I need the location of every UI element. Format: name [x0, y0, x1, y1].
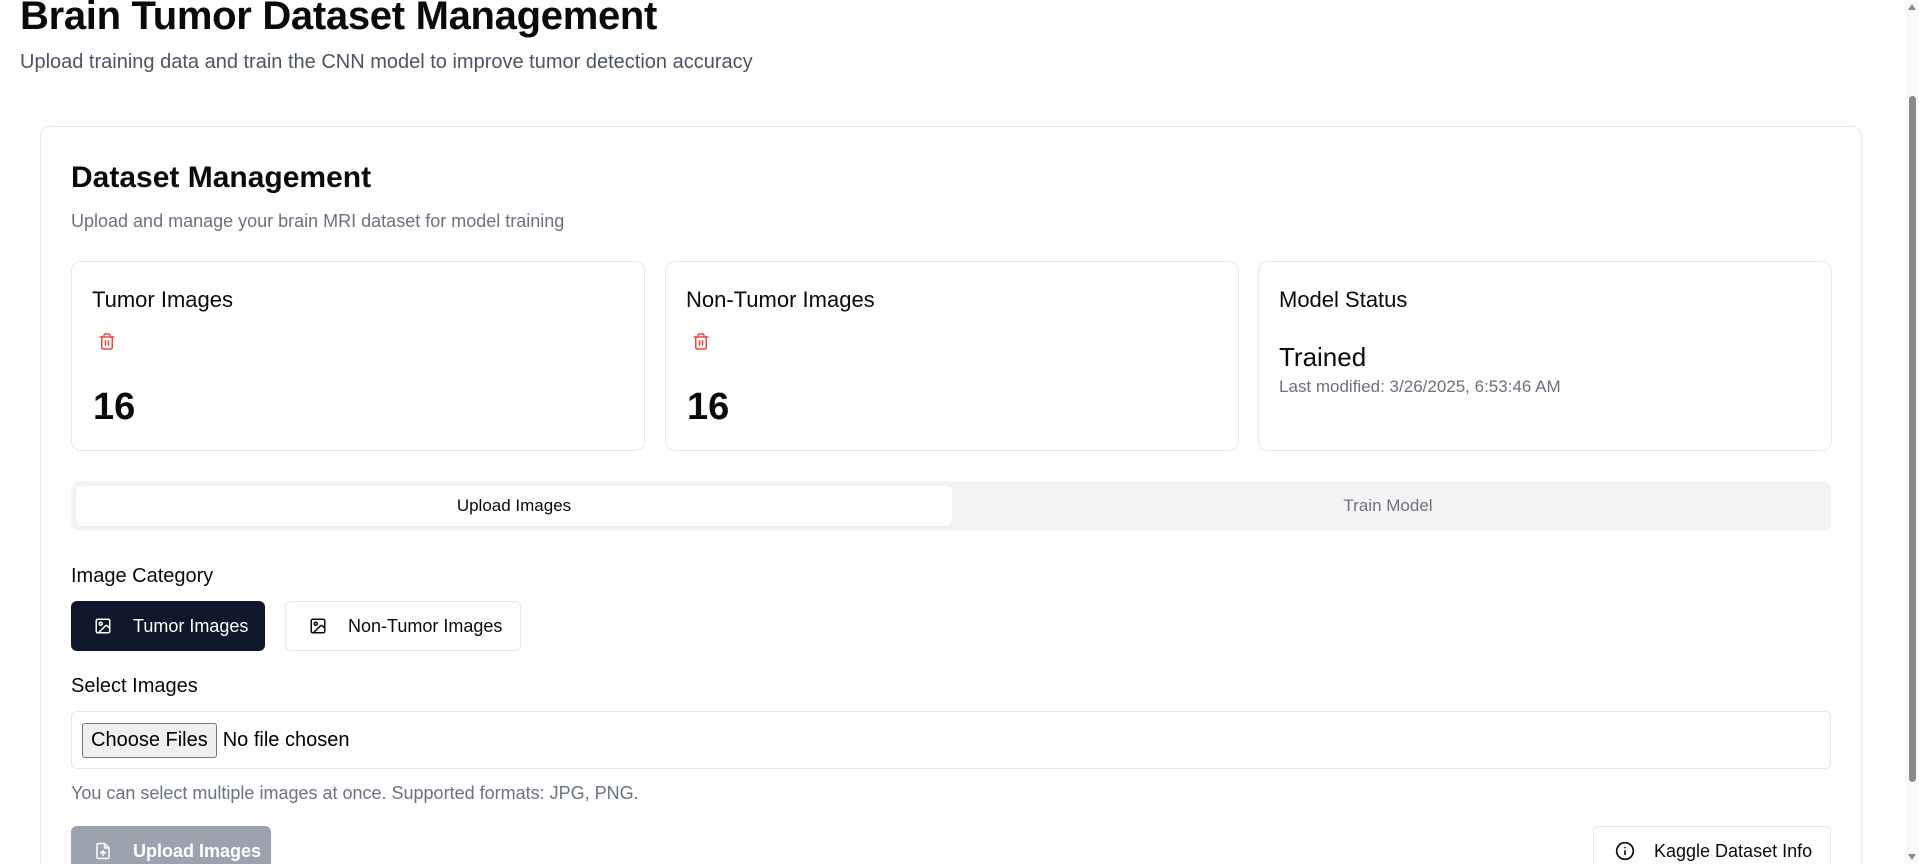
model-status-value: Trained — [1279, 342, 1367, 372]
tumor-images-button[interactable]: Tumor Images — [71, 601, 265, 651]
non-tumor-images-stat: Non-Tumor Images 16 — [665, 261, 1239, 451]
info-icon — [1614, 840, 1636, 862]
tab-train-model[interactable]: Train Model — [950, 486, 1826, 526]
page-subtitle: Upload training data and train the CNN m… — [20, 51, 753, 73]
model-status-title: Model Status — [1279, 287, 1408, 312]
tumor-images-button-label: Tumor Images — [133, 615, 249, 636]
kaggle-dataset-info-label: Kaggle Dataset Info — [1654, 840, 1813, 861]
file-upload-icon — [93, 841, 113, 861]
tumor-images-stat: Tumor Images 16 — [71, 261, 645, 451]
non-tumor-images-count: 16 — [687, 386, 730, 428]
kaggle-dataset-info-button[interactable]: Kaggle Dataset Info — [1593, 826, 1831, 864]
scroll-down-arrow-icon[interactable] — [1908, 854, 1916, 860]
card-description: Upload and manage your brain MRI dataset… — [71, 211, 565, 231]
dataset-management-card: Dataset Management Upload and manage you… — [40, 126, 1862, 864]
tumor-images-title: Tumor Images — [92, 287, 234, 312]
non-tumor-images-title: Non-Tumor Images — [686, 287, 875, 312]
page-title: Brain Tumor Dataset Management — [20, 0, 658, 38]
image-icon — [308, 616, 328, 636]
scrollbar-thumb[interactable] — [1909, 96, 1916, 782]
upload-images-button-label: Upload Images — [133, 840, 262, 861]
tabs-list: Upload Images Train Model — [71, 481, 1831, 531]
trash-icon[interactable] — [688, 328, 714, 354]
non-tumor-images-button[interactable]: Non-Tumor Images — [285, 601, 521, 651]
tab-upload-images[interactable]: Upload Images — [76, 486, 952, 526]
file-input[interactable]: Choose Files No file chosen — [71, 711, 1831, 769]
select-images-hint: You can select multiple images at once. … — [71, 783, 639, 803]
trash-icon[interactable] — [94, 328, 120, 354]
file-status: No file chosen — [222, 728, 350, 751]
model-status-stat: Model Status Trained Last modified: 3/26… — [1258, 261, 1832, 451]
card-title: Dataset Management — [71, 161, 372, 194]
scrollbar[interactable] — [1905, 0, 1919, 864]
choose-files-button[interactable]: Choose Files — [82, 722, 217, 758]
image-icon — [93, 616, 113, 636]
scroll-up-arrow-icon[interactable] — [1908, 4, 1916, 10]
model-last-modified: Last modified: 3/26/2025, 6:53:46 AM — [1279, 377, 1561, 396]
tumor-images-count: 16 — [93, 386, 136, 428]
non-tumor-images-button-label: Non-Tumor Images — [348, 615, 503, 636]
image-category-label: Image Category — [71, 565, 214, 587]
upload-images-button[interactable]: Upload Images — [71, 826, 271, 864]
select-images-label: Select Images — [71, 675, 198, 697]
